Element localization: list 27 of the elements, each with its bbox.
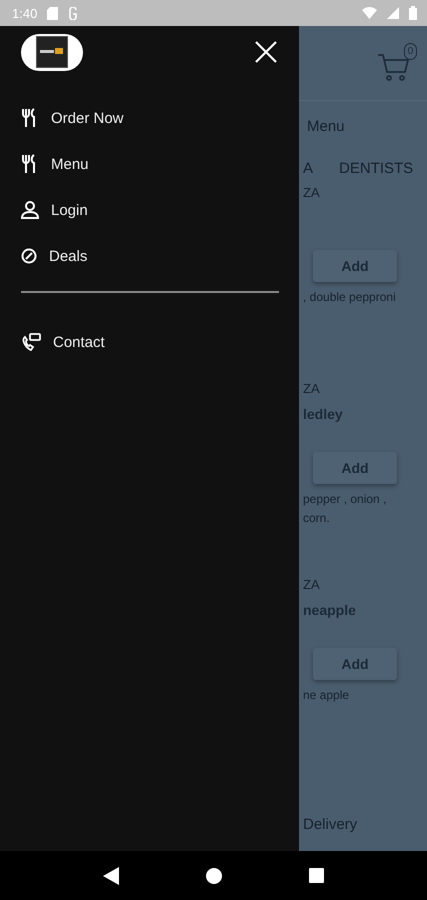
person-icon xyxy=(21,201,39,219)
sd-card-icon xyxy=(47,6,58,20)
product-category: ZA xyxy=(303,184,320,202)
product-category: ZA xyxy=(303,380,320,398)
close-icon xyxy=(255,41,277,63)
drawer-item[interactable]: Login xyxy=(21,187,279,233)
logo-icon xyxy=(40,47,64,57)
wifi-icon xyxy=(362,7,377,19)
drawer-item[interactable]: Order Now xyxy=(21,95,279,141)
drawer-item[interactable]: Contact xyxy=(21,319,279,365)
phone-chat-icon xyxy=(21,333,41,351)
delivery-label: Delivery xyxy=(303,816,358,833)
drawer-item[interactable]: Menu xyxy=(21,141,279,187)
signal-icon xyxy=(387,7,399,19)
product-description: pepper , onion , corn. xyxy=(303,491,386,527)
recents-icon[interactable] xyxy=(308,868,324,883)
back-icon[interactable] xyxy=(103,866,120,884)
product-description: , double pepproni xyxy=(303,289,396,306)
product-description: ne apple xyxy=(303,687,350,704)
clock: 1:40 xyxy=(12,6,38,20)
menu-label: Menu xyxy=(307,118,345,135)
notification-icon xyxy=(68,6,78,20)
battery-icon xyxy=(409,6,417,20)
drawer-item[interactable]: Deals xyxy=(21,233,279,279)
home-icon[interactable] xyxy=(206,868,222,884)
product-category: ZA xyxy=(303,576,320,594)
close-button[interactable] xyxy=(253,39,279,65)
